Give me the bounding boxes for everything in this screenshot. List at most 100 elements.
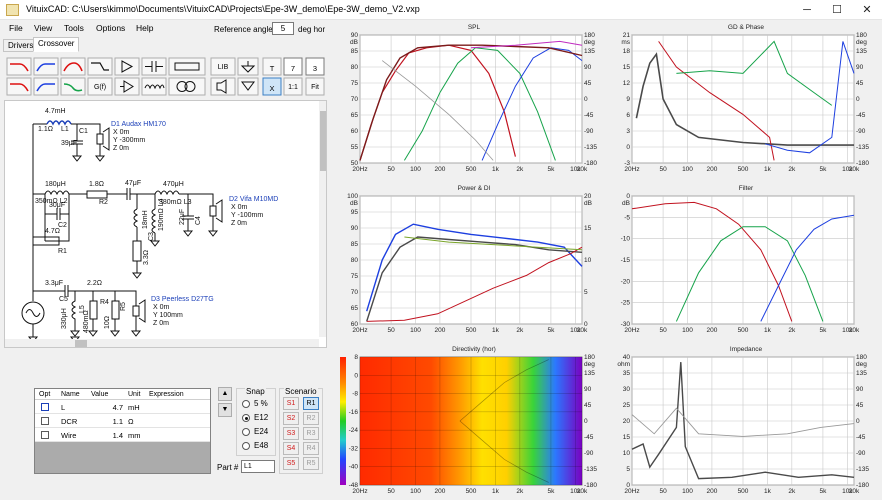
schematic-vertical-scrollbar[interactable] xyxy=(319,101,326,337)
d3-name[interactable]: D3 Peerless D27TG xyxy=(151,296,214,303)
tab-crossover[interactable]: Crossover xyxy=(33,37,80,52)
snap-radio-e12[interactable] xyxy=(242,414,250,422)
table-row[interactable]: DCR 1.1 Ω xyxy=(35,414,210,428)
y-right-tick-label: 90 xyxy=(584,386,592,393)
down-arrow-icon[interactable] xyxy=(237,77,259,96)
menu-view[interactable]: View xyxy=(34,23,52,33)
close-icon[interactable]: ✕ xyxy=(852,0,882,20)
move-down-button[interactable]: ▼ xyxy=(218,403,232,417)
menu-options[interactable]: Options xyxy=(96,23,125,33)
x-tick-label: 20Hz xyxy=(352,488,367,495)
snap-radio-e48[interactable] xyxy=(242,442,250,450)
y-right-unit: deg xyxy=(856,361,867,368)
y-right-tick-label: 90 xyxy=(856,386,864,393)
spl-chart[interactable]: SPL 20Hz 50 100 200 500 1k 2k 5k 10k 20k 90 85 80 75 70… xyxy=(338,20,610,178)
x-tick-label: 50 xyxy=(659,488,667,495)
x-tick-label: 50 xyxy=(659,327,667,334)
scenario-r2-button[interactable]: R2 xyxy=(303,412,319,425)
crossover-schematic[interactable]: 4.7mH 1.1Ω L1 C1 39μF D1 Audax HM170 X 0… xyxy=(4,100,327,348)
lowpass-red-2-icon[interactable] xyxy=(6,77,32,96)
x-tick-label: 5k xyxy=(819,166,827,173)
filter-chart[interactable]: Filter 20Hz 50 100 200 500 1k 2k 5k 10k 20k 0 -5 -10-… xyxy=(610,181,882,339)
y-right-tick-label: 0 xyxy=(584,418,588,425)
amplifier-icon[interactable] xyxy=(114,77,140,96)
crossover-toolbar: G(f) LIB T 7 3 X 1:1 Fit xyxy=(4,55,328,97)
zoom-fit-button[interactable]: Fit xyxy=(306,84,324,91)
scenario-s1-button[interactable]: S1 xyxy=(283,397,299,410)
x-tick-label: 100 xyxy=(682,488,693,495)
resistor-icon[interactable] xyxy=(168,57,206,76)
snap-label: E12 xyxy=(254,413,269,422)
x-tick-label: 2k xyxy=(516,166,524,173)
param-value[interactable]: 4.7 xyxy=(91,403,123,412)
ground-icon[interactable] xyxy=(237,57,259,76)
snap-radio-e24[interactable] xyxy=(242,428,250,436)
x-toggle-button[interactable]: X xyxy=(263,84,281,93)
lowpass-red-icon[interactable] xyxy=(6,57,32,76)
zoom-1-1-button[interactable]: 1:1 xyxy=(284,84,302,91)
line-width-input[interactable]: 3 xyxy=(306,64,324,73)
scenario-r3-button[interactable]: R3 xyxy=(303,427,319,440)
snap-radio-5pct[interactable] xyxy=(242,400,250,408)
scenario-s3-button[interactable]: S3 xyxy=(283,427,299,440)
y-left-tick-label: 12 xyxy=(623,80,631,87)
y-right-tick-label: 0 xyxy=(856,96,860,103)
table-row[interactable]: Wire 1.4 mm xyxy=(35,428,210,442)
x-tick-label: 50 xyxy=(387,166,395,173)
power-chart[interactable]: Power & DI 20Hz 50 100 200 500 1k 2k 5k 10k 20k 100… xyxy=(338,181,610,339)
table-row[interactable]: L 4.7 mH xyxy=(35,400,210,414)
buffer-icon[interactable] xyxy=(114,57,140,76)
maximize-icon[interactable]: ☐ xyxy=(822,0,852,20)
d2-name[interactable]: D2 Vifa M10MD xyxy=(229,196,278,203)
menu-tools[interactable]: Tools xyxy=(64,23,84,33)
y-left-unit: dB xyxy=(350,200,358,207)
scenario-s5-button[interactable]: S5 xyxy=(283,457,299,470)
scroll-thumb[interactable] xyxy=(75,340,87,347)
bandpass-red-icon[interactable] xyxy=(60,57,86,76)
y-left-tick-label: 5 xyxy=(626,466,630,473)
menu-file[interactable]: File xyxy=(9,23,23,33)
param-value[interactable]: 1.4 xyxy=(91,431,123,440)
gd-chart[interactable]: GD & Phase 20Hz 50 100 200 500 1k 2k 5k 10k 20k 21 1… xyxy=(610,20,882,178)
menu-help[interactable]: Help xyxy=(136,23,153,33)
x-tick-label: 20k xyxy=(849,488,860,495)
minimize-icon[interactable]: ─ xyxy=(792,0,822,20)
speaker-icon[interactable] xyxy=(210,77,236,96)
schematic-horizontal-scrollbar[interactable] xyxy=(5,339,319,347)
opt-checkbox[interactable] xyxy=(41,417,49,425)
scenario-s2-button[interactable]: S2 xyxy=(283,412,299,425)
c5-ref: C5 xyxy=(59,296,68,303)
r2-ref: R2 xyxy=(99,199,108,206)
move-up-button[interactable]: ▲ xyxy=(218,387,232,401)
allpass-icon[interactable] xyxy=(60,77,86,96)
x-tick-label: 5k xyxy=(547,488,555,495)
part-number-input[interactable]: L1 xyxy=(241,460,275,473)
grid-size-input[interactable]: 7 xyxy=(284,64,302,73)
notch-icon[interactable] xyxy=(87,57,113,76)
highpass-blue-2-icon[interactable] xyxy=(33,77,59,96)
transformer-icon[interactable] xyxy=(168,77,206,96)
col-value: Value xyxy=(91,391,109,398)
chart-title: Power & DI xyxy=(458,185,491,192)
x-tick-label: 100 xyxy=(410,327,421,334)
reference-angle-input[interactable]: 5 xyxy=(272,22,294,35)
inductor-icon[interactable] xyxy=(141,77,167,96)
scenario-r1-button[interactable]: R1 xyxy=(303,397,319,410)
reference-angle-unit: deg hor xyxy=(298,25,326,34)
scenario-r5-button[interactable]: R5 xyxy=(303,457,319,470)
highpass-blue-icon[interactable] xyxy=(33,57,59,76)
d1-name[interactable]: D1 Audax HM170 xyxy=(111,121,166,128)
param-value[interactable]: 1.1 xyxy=(91,417,123,426)
y-right-tick-label: -180 xyxy=(584,482,597,489)
y-left-tick-label: 90 xyxy=(351,32,359,39)
directivity-chart[interactable]: Directivity (hor) 20Hz 50 100 200 500 1k 2k 5k 10… xyxy=(338,342,610,500)
opt-checkbox[interactable] xyxy=(41,431,49,439)
x-tick-label: 200 xyxy=(434,327,445,334)
impedance-chart[interactable]: Impedance 20Hz 50 100 200 500 1k 2k 5k 10k 20k 40 35… xyxy=(610,342,882,500)
scenario-s4-button[interactable]: S4 xyxy=(283,442,299,455)
y-left-tick-label: 60 xyxy=(351,321,359,328)
opt-checkbox[interactable] xyxy=(41,403,49,411)
scenario-r4-button[interactable]: R4 xyxy=(303,442,319,455)
scroll-thumb[interactable] xyxy=(320,111,326,171)
capacitor-icon[interactable] xyxy=(141,57,167,76)
